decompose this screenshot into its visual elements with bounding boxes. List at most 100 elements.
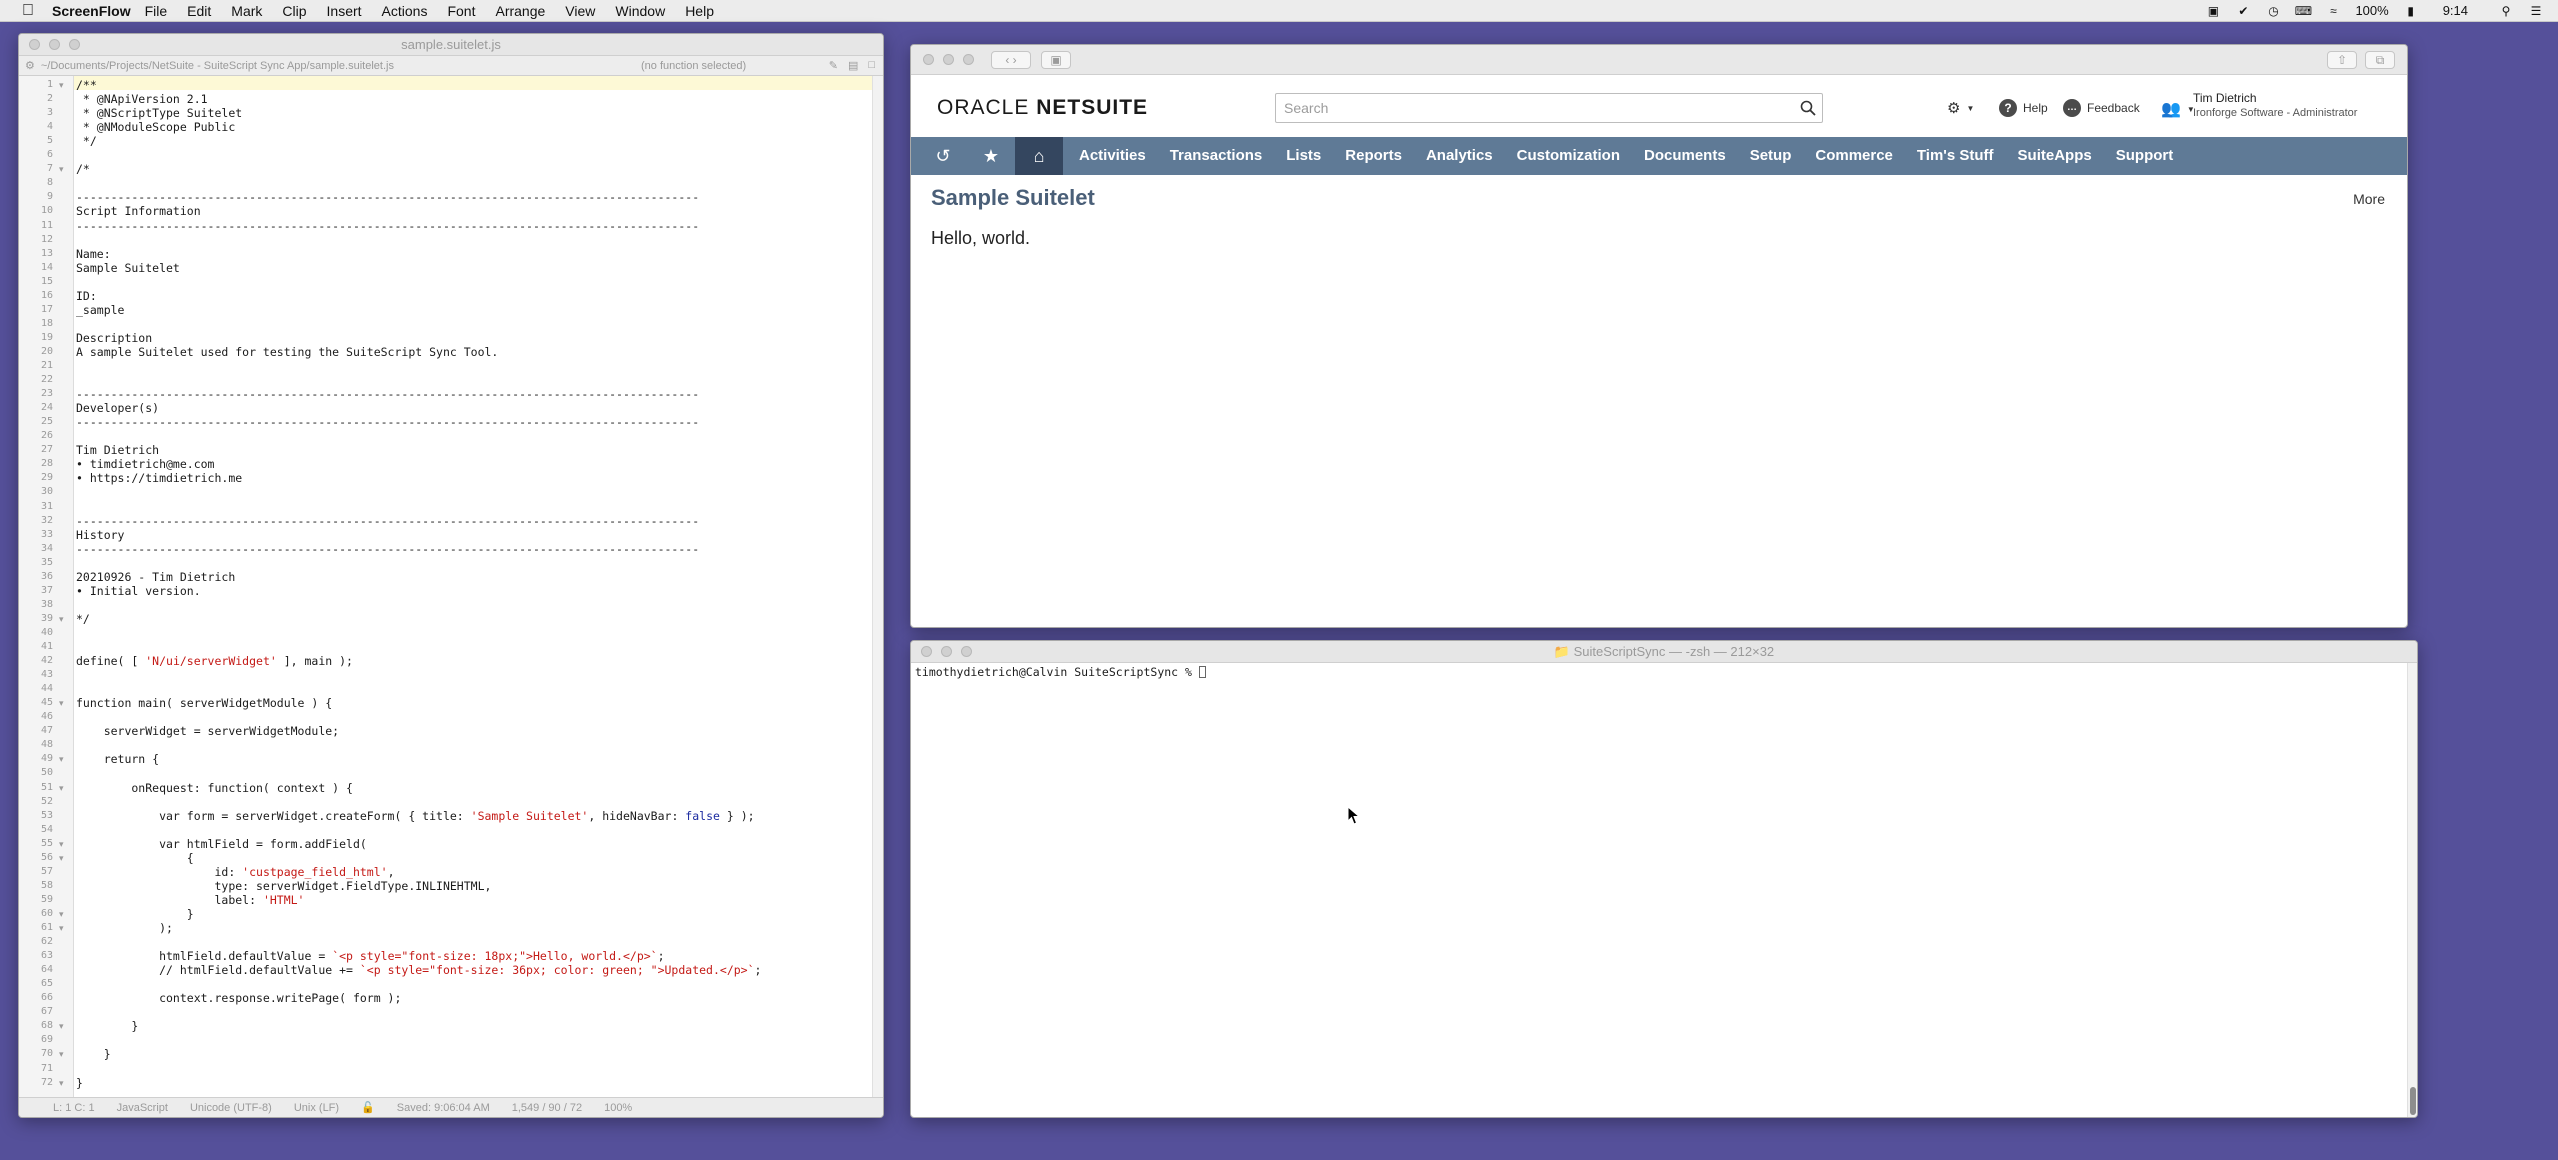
fold-toggle-icon[interactable]: ▾ bbox=[59, 696, 64, 710]
clock[interactable]: 9:14 bbox=[2443, 3, 2468, 18]
zoom-button[interactable] bbox=[69, 39, 80, 50]
nav-item-suiteapps[interactable]: SuiteApps bbox=[2006, 137, 2104, 175]
back-forward-buttons[interactable]: ‹ › bbox=[991, 51, 1031, 69]
notification-center-icon[interactable]: ☰ bbox=[2528, 4, 2544, 18]
scrollbar-thumb[interactable] bbox=[2410, 1087, 2416, 1115]
screen-record-icon[interactable]: ▣ bbox=[2205, 4, 2221, 18]
keyboard-icon[interactable]: ⌨ bbox=[2295, 4, 2312, 18]
global-search-input[interactable]: Search bbox=[1275, 93, 1823, 123]
fold-toggle-icon[interactable]: ▾ bbox=[59, 1076, 64, 1090]
file-path[interactable]: ~/Documents/Projects/NetSuite - SuiteScr… bbox=[41, 60, 394, 72]
fold-toggle-icon[interactable]: ▾ bbox=[59, 78, 64, 92]
fold-toggle-icon[interactable]: ▾ bbox=[59, 781, 64, 795]
nav-item-reports[interactable]: Reports bbox=[1333, 137, 1414, 175]
menu-font[interactable]: Font bbox=[447, 3, 475, 19]
line-number: 60 bbox=[40, 907, 53, 919]
menu-window[interactable]: Window bbox=[615, 3, 665, 19]
nav-item-support[interactable]: Support bbox=[2104, 137, 2186, 175]
editor-window: sample.suitelet.js ⚙ ~/Documents/Project… bbox=[18, 33, 884, 1118]
code-line: ID: bbox=[76, 288, 97, 303]
nav-item-customization[interactable]: Customization bbox=[1505, 137, 1632, 175]
close-button[interactable] bbox=[921, 646, 932, 657]
help-link[interactable]: ? Help bbox=[1999, 99, 2048, 117]
menu-view[interactable]: View bbox=[565, 3, 595, 19]
line-ending-selector[interactable]: Unix (LF) bbox=[294, 1102, 339, 1114]
nav-item-commerce[interactable]: Commerce bbox=[1803, 137, 1905, 175]
search-icon[interactable] bbox=[1800, 100, 1816, 116]
page-title: Sample Suitelet bbox=[931, 185, 1095, 210]
line-number: 44 bbox=[40, 683, 53, 695]
nav-item-analytics[interactable]: Analytics bbox=[1414, 137, 1505, 175]
tabs-icon[interactable]: ⧉ bbox=[2365, 51, 2395, 69]
menu-arrange[interactable]: Arrange bbox=[495, 3, 545, 19]
fold-toggle-icon[interactable]: ▾ bbox=[59, 921, 64, 935]
menu-actions[interactable]: Actions bbox=[382, 3, 428, 19]
home-icon[interactable]: ⌂ bbox=[1015, 137, 1063, 175]
user-menu-icon[interactable]: 👥 ▼ bbox=[2161, 99, 2195, 119]
app-menu[interactable]: ScreenFlow bbox=[52, 3, 131, 19]
pen-icon[interactable]: ✎ bbox=[829, 59, 838, 72]
zoom-level[interactable]: 100% bbox=[604, 1102, 632, 1114]
line-number: 68 bbox=[40, 1020, 53, 1032]
menu-items: File Edit Mark Clip Insert Actions Font Arrange… bbox=[145, 3, 734, 19]
nav-item-lists[interactable]: Lists bbox=[1274, 137, 1333, 175]
encoding-selector[interactable]: Unicode (UTF-8) bbox=[190, 1102, 272, 1114]
nav-item-transactions[interactable]: Transactions bbox=[1158, 137, 1275, 175]
menu-mark[interactable]: Mark bbox=[231, 3, 262, 19]
netsuite-logo[interactable]: ORACLE NETSUITE bbox=[937, 96, 1148, 120]
lock-icon[interactable]: 🔓 bbox=[361, 1101, 375, 1114]
zoom-button[interactable] bbox=[963, 54, 974, 65]
fold-toggle-icon[interactable]: ▾ bbox=[59, 851, 64, 865]
line-number: 42 bbox=[40, 655, 53, 667]
close-button[interactable] bbox=[923, 54, 934, 65]
function-selector[interactable]: (no function selected) bbox=[641, 60, 746, 72]
menu-insert[interactable]: Insert bbox=[327, 3, 362, 19]
spotlight-icon[interactable]: ⚲ bbox=[2498, 4, 2514, 18]
minimize-button[interactable] bbox=[943, 54, 954, 65]
user-info[interactable]: Tim Dietrich Ironforge Software - Admini… bbox=[2193, 91, 2357, 121]
star-icon[interactable]: ★ bbox=[967, 137, 1015, 175]
fold-toggle-icon[interactable]: ▾ bbox=[59, 1047, 64, 1061]
share-icon[interactable]: ⇧ bbox=[2327, 51, 2357, 69]
menu-file[interactable]: File bbox=[145, 3, 168, 19]
nav-item-activities[interactable]: Activities bbox=[1067, 137, 1158, 175]
language-selector[interactable]: JavaScript bbox=[117, 1102, 168, 1114]
nav-item-setup[interactable]: Setup bbox=[1738, 137, 1804, 175]
check-circle-icon[interactable]: ✔ bbox=[2235, 4, 2251, 18]
document-icon[interactable]: ▤ bbox=[848, 59, 858, 72]
more-button[interactable]: More bbox=[2353, 191, 2385, 207]
fold-toggle-icon[interactable]: ▾ bbox=[59, 837, 64, 851]
editor-scrollbar[interactable] bbox=[872, 76, 883, 1099]
feedback-link[interactable]: … Feedback bbox=[2063, 99, 2140, 117]
document-stats: 1,549 / 90 / 72 bbox=[511, 1101, 583, 1114]
nav-item-documents[interactable]: Documents bbox=[1632, 137, 1738, 175]
sidebar-icon[interactable]: ▣ bbox=[1041, 51, 1071, 69]
menu-help[interactable]: Help bbox=[685, 3, 714, 19]
gear-icon[interactable]: ⚙ bbox=[25, 59, 35, 72]
zoom-button[interactable] bbox=[961, 646, 972, 657]
wifi-icon[interactable]: ≈ bbox=[2325, 4, 2341, 18]
nav-item-tim-s-stuff[interactable]: Tim's Stuff bbox=[1905, 137, 2006, 175]
terminal-window: 📁 SuiteScriptSync — -zsh — 212×32 timoth… bbox=[910, 640, 2418, 1118]
close-button[interactable] bbox=[29, 39, 40, 50]
fold-toggle-icon[interactable]: ▾ bbox=[59, 1019, 64, 1033]
apple-icon[interactable]:  bbox=[14, 2, 42, 20]
fold-toggle-icon[interactable]: ▾ bbox=[59, 162, 64, 176]
recent-icon[interactable]: ↺ bbox=[919, 137, 967, 175]
minimize-button[interactable] bbox=[941, 646, 952, 657]
code-area[interactable]: /** * @NApiVersion 2.1 * @NScriptType Su… bbox=[74, 76, 883, 1099]
menu-edit[interactable]: Edit bbox=[187, 3, 211, 19]
split-icon[interactable]: □ bbox=[868, 59, 875, 72]
terminal-output[interactable]: timothydietrich@Calvin SuiteScriptSync % bbox=[915, 665, 1206, 679]
battery-icon[interactable]: ▮ bbox=[2403, 4, 2419, 18]
terminal-scrollbar[interactable] bbox=[2407, 663, 2417, 1117]
recent-records-icon[interactable]: ⚙ ▼ bbox=[1947, 99, 1974, 117]
menu-clip[interactable]: Clip bbox=[282, 3, 306, 19]
page-content: Hello, world. bbox=[931, 228, 1031, 248]
time-machine-icon[interactable]: ◷ bbox=[2265, 4, 2281, 18]
line-number: 48 bbox=[40, 739, 53, 751]
fold-toggle-icon[interactable]: ▾ bbox=[59, 752, 64, 766]
minimize-button[interactable] bbox=[49, 39, 60, 50]
fold-toggle-icon[interactable]: ▾ bbox=[59, 907, 64, 921]
fold-toggle-icon[interactable]: ▾ bbox=[59, 612, 64, 626]
